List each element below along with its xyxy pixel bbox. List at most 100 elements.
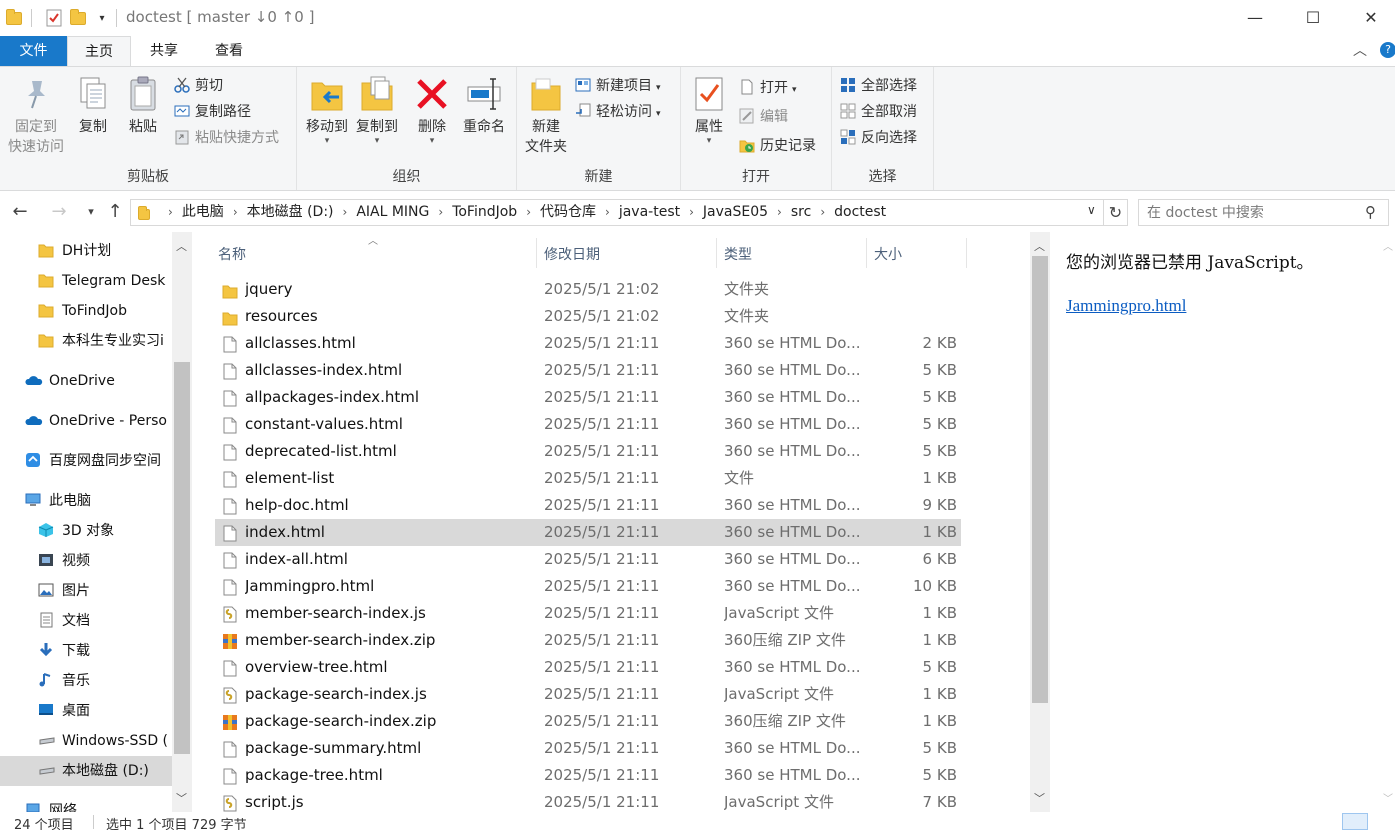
nav-item[interactable]: 文档 <box>38 606 90 636</box>
breadcrumb-separator-icon[interactable]: › <box>233 205 238 219</box>
table-row[interactable]: index-all.html 2025/5/1 21:11 360 se HTML … <box>215 546 961 573</box>
back-arrow-icon[interactable]: ← <box>9 200 31 224</box>
column-header-size[interactable]: 大小 <box>874 244 902 266</box>
properties-button[interactable]: 属性 ▾ <box>689 75 729 146</box>
table-row[interactable]: allclasses.html 2025/5/1 21:11 360 se HTML… <box>215 330 961 357</box>
nav-item[interactable]: 网络 <box>25 796 77 812</box>
paste-shortcut-button[interactable]: 粘贴快捷方式 <box>174 127 279 149</box>
table-row[interactable]: member-search-index.js 2025/5/1 21:11 Java… <box>215 600 961 627</box>
nav-scrollbar[interactable]: ︿ ﹀ <box>172 232 192 812</box>
paste-button[interactable]: 粘贴 <box>120 75 166 137</box>
nav-scrollbar-thumb[interactable] <box>174 362 190 754</box>
forward-arrow-icon[interactable]: → <box>48 200 70 224</box>
breadcrumb-separator-icon[interactable]: › <box>168 205 173 219</box>
table-row[interactable]: Jammingpro.html 2025/5/1 21:11 360 se HTML… <box>215 573 961 600</box>
delete-button[interactable]: 删除 ▾ <box>411 75 453 146</box>
address-bar[interactable]: › 此电脑 › 本地磁盘 (D:) › AIAL MING › ToFindJob › 代码仓库 ›… <box>130 199 1104 226</box>
preview-scrollbar[interactable]: ︿ ﹀ <box>1381 232 1395 812</box>
column-divider[interactable] <box>966 238 967 268</box>
scroll-up-icon[interactable]: ︿ <box>1034 238 1045 254</box>
scroll-up-icon[interactable]: ︿ <box>176 238 187 254</box>
nav-item[interactable]: Windows-SSD ( <box>38 726 168 756</box>
details-view-icon[interactable] <box>1342 813 1368 830</box>
nav-item[interactable]: 此电脑 <box>25 486 91 516</box>
column-header-type[interactable]: 类型 <box>724 244 752 266</box>
properties-quick-icon[interactable] <box>44 8 64 28</box>
table-row[interactable]: help-doc.html 2025/5/1 21:11 360 se HTML D… <box>215 492 961 519</box>
tab-home[interactable]: 主页 <box>67 36 131 66</box>
minimize-button[interactable]: — <box>1226 0 1284 34</box>
table-row[interactable]: allpackages-index.html 2025/5/1 21:11 360 … <box>215 384 961 411</box>
table-row[interactable]: allclasses-index.html 2025/5/1 21:11 360 s… <box>215 357 961 384</box>
copy-to-button[interactable]: 复制到 ▾ <box>353 75 401 146</box>
copy-button[interactable]: 复制 <box>70 75 116 137</box>
breadcrumb-separator-icon[interactable]: › <box>526 205 531 219</box>
search-input[interactable] <box>1147 200 1357 225</box>
table-row[interactable]: index.html 2025/5/1 21:11 360 se HTML Do..… <box>215 519 961 546</box>
file-list-scrollbar-thumb[interactable] <box>1032 256 1048 703</box>
tab-view[interactable]: 查看 <box>199 36 259 66</box>
breadcrumb-item[interactable]: AIAL MING <box>356 204 429 220</box>
column-header-date[interactable]: 修改日期 <box>544 244 600 266</box>
collapse-ribbon-icon[interactable]: ︿ <box>1353 40 1367 60</box>
tab-share[interactable]: 共享 <box>134 36 194 66</box>
table-row[interactable]: constant-values.html 2025/5/1 21:11 360 se… <box>215 411 961 438</box>
new-item-button[interactable]: 新建项目 ▾ <box>575 75 661 97</box>
search-icon[interactable]: ⚲ <box>1365 203 1376 221</box>
large-icons-view-icon[interactable] <box>1372 813 1392 830</box>
cut-button[interactable]: 剪切 <box>174 75 223 97</box>
breadcrumb-separator-icon[interactable]: › <box>605 205 610 219</box>
table-row[interactable]: package-summary.html 2025/5/1 21:11 360 se… <box>215 735 961 762</box>
breadcrumb-item[interactable]: 本地磁盘 (D:) <box>247 204 334 220</box>
preview-link[interactable]: Jammingpro.html <box>1066 296 1186 316</box>
maximize-button[interactable]: ☐ <box>1284 0 1342 34</box>
nav-item[interactable]: 百度网盘同步空间 <box>25 446 161 476</box>
chevron-down-icon[interactable]: ∨ <box>1087 203 1096 217</box>
nav-item[interactable]: Telegram Desk <box>38 266 165 296</box>
nav-item[interactable]: 3D 对象 <box>38 516 114 546</box>
scroll-down-icon[interactable]: ﹀ <box>176 790 187 806</box>
column-divider[interactable] <box>716 238 717 268</box>
scroll-down-icon[interactable]: ﹀ <box>1383 790 1393 805</box>
breadcrumb-item[interactable]: doctest <box>834 204 886 220</box>
select-all-button[interactable]: 全部选择 <box>840 75 917 97</box>
table-row[interactable]: package-tree.html 2025/5/1 21:11 360 se HT… <box>215 762 961 789</box>
recent-locations-chevron-icon[interactable]: ▾ <box>80 200 102 224</box>
breadcrumb-item[interactable]: java-test <box>619 204 680 220</box>
breadcrumb-separator-icon[interactable]: › <box>343 205 348 219</box>
easy-access-button[interactable]: 轻松访问 ▾ <box>575 101 661 123</box>
edit-button[interactable]: 编辑 <box>739 106 788 128</box>
open-button[interactable]: 打开 ▾ <box>739 77 797 99</box>
column-divider[interactable] <box>536 238 537 268</box>
table-row[interactable]: jquery 2025/5/1 21:02 文件夹 <box>215 276 961 303</box>
up-arrow-icon[interactable]: ↑ <box>104 200 126 224</box>
new-folder-quick-icon[interactable] <box>68 8 88 28</box>
nav-item[interactable]: 视频 <box>38 546 90 576</box>
breadcrumb-item[interactable]: ToFindJob <box>452 204 517 220</box>
table-row[interactable]: overview-tree.html 2025/5/1 21:11 360 se H… <box>215 654 961 681</box>
breadcrumb-separator-icon[interactable]: › <box>438 205 443 219</box>
nav-item[interactable]: OneDrive <box>25 366 115 396</box>
table-row[interactable]: package-search-index.zip 2025/5/1 21:11 36… <box>215 708 961 735</box>
table-row[interactable]: script.js 2025/5/1 21:11 JavaScript 文件 7 KB <box>215 789 961 812</box>
rename-button[interactable]: 重命名 <box>457 75 511 137</box>
new-folder-button[interactable]: 新建 文件夹 <box>521 75 571 157</box>
refresh-icon[interactable]: ↻ <box>1104 199 1128 226</box>
nav-item[interactable]: 下载 <box>38 636 90 666</box>
breadcrumb-item[interactable]: 此电脑 <box>182 204 224 220</box>
table-row[interactable]: deprecated-list.html 2025/5/1 21:11 360 se… <box>215 438 961 465</box>
scroll-down-icon[interactable]: ﹀ <box>1034 790 1045 806</box>
tab-file[interactable]: 文件 <box>0 36 67 66</box>
close-button[interactable]: ✕ <box>1342 0 1395 34</box>
nav-item[interactable]: 本地磁盘 (D:) <box>0 756 172 786</box>
chevron-down-icon[interactable]: ▾ <box>92 8 112 28</box>
help-icon[interactable]: ? <box>1380 42 1395 58</box>
breadcrumb-separator-icon[interactable]: › <box>820 205 825 219</box>
nav-item[interactable]: OneDrive - Perso <box>25 406 167 436</box>
nav-item[interactable]: DH计划 <box>38 236 111 266</box>
scroll-up-icon[interactable]: ︿ <box>1383 238 1393 253</box>
copy-path-button[interactable]: 复制路径 <box>174 101 251 123</box>
nav-item[interactable]: 桌面 <box>38 696 90 726</box>
nav-item[interactable]: ToFindJob <box>38 296 127 326</box>
nav-item[interactable]: 本科生专业实习i <box>38 326 164 356</box>
